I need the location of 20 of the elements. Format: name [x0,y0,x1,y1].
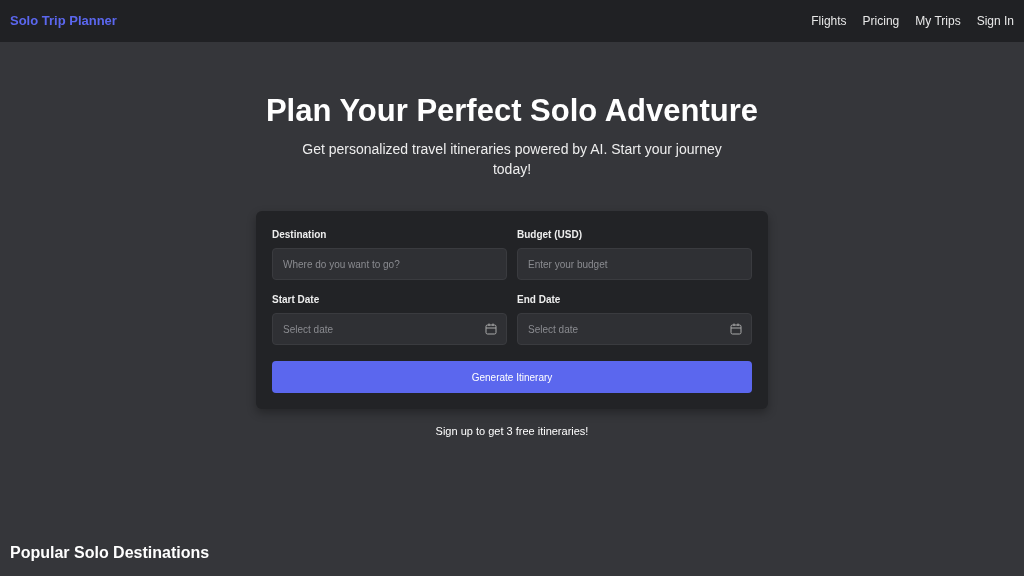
field-label: Start Date [272,293,321,308]
nav-link[interactable]: Sign In [976,12,1014,30]
generate-button[interactable]: Generate Itinerary [272,361,752,394]
signup-note: Sign up to get 3 free itineraries! [434,424,590,440]
field-label: End Date [517,293,562,308]
field-label: Destination [272,228,328,243]
nav-link[interactable]: Flights [811,12,847,30]
nav-link[interactable]: Pricing [862,12,900,30]
nav-link[interactable]: My Trips [915,12,961,30]
hero-title: Plan Your Perfect Solo Adventure [264,92,760,130]
brand-logo[interactable]: Solo Trip Planner [10,11,117,31]
date-field[interactable]: Select date [517,313,752,346]
input-field[interactable]: Enter your budget [517,248,752,281]
date-field[interactable]: Select date [272,313,507,346]
section-title: Popular Solo Destinations [10,543,210,563]
calendar-icon[interactable] [730,323,742,336]
calendar-icon[interactable] [485,323,497,336]
hero-subtitle: Get personalized travel itineraries powered by AI. Start your journey today! [301,140,723,180]
field-label: Budget (USD) [517,228,583,243]
input-field[interactable]: Where do you want to go? [272,248,507,281]
